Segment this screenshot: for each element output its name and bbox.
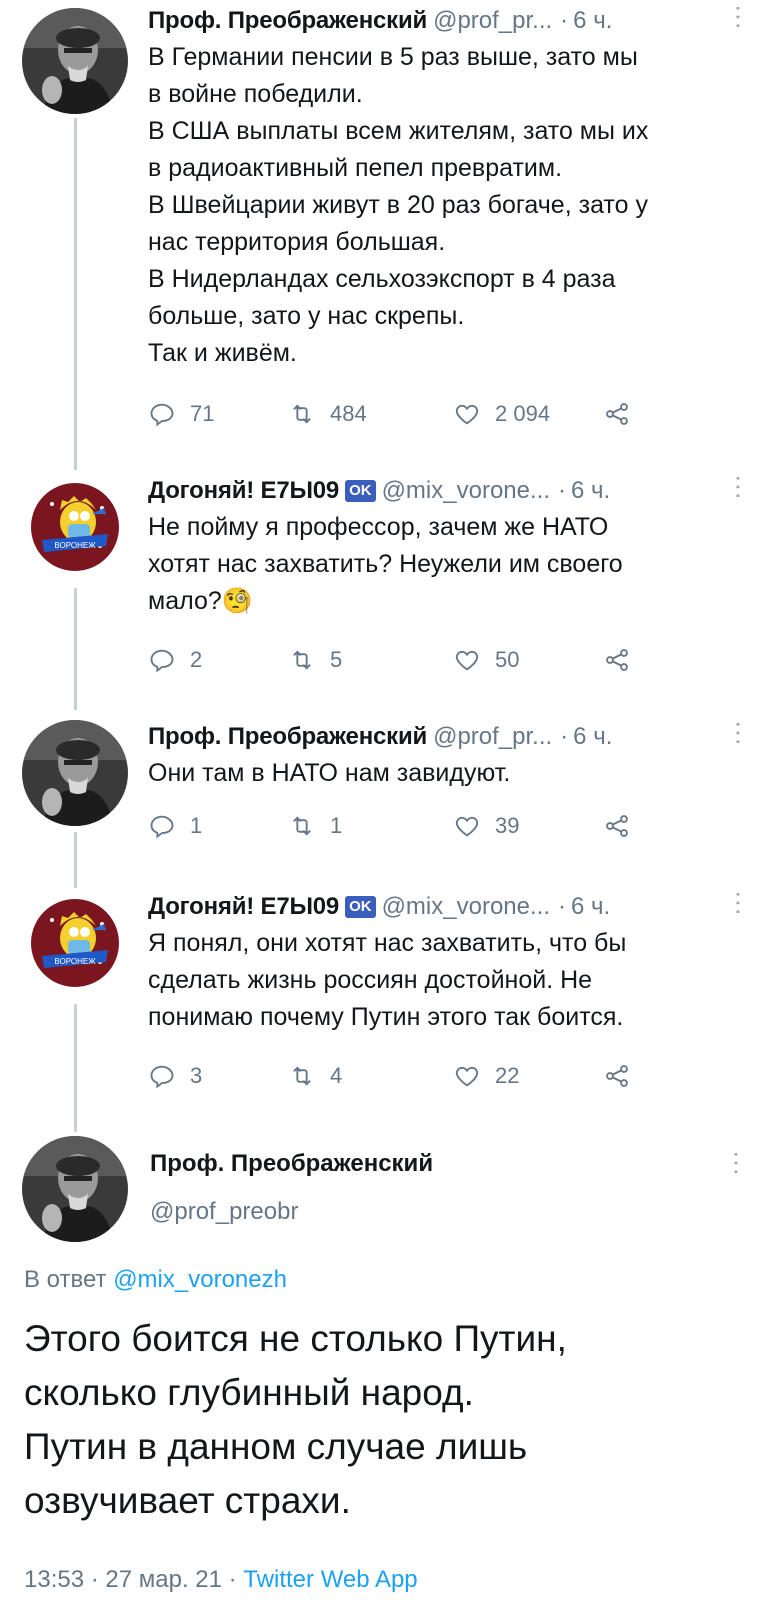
author-name[interactable]: Догоняй! E7Ы09 (148, 893, 339, 921)
retweet-button[interactable]: 1 (288, 812, 342, 840)
retweet-count: 4 (330, 1063, 343, 1088)
thread-line (74, 832, 77, 888)
main-tweet-text: Этого боится не столько Путин, сколько г… (24, 1318, 567, 1521)
tweet-source-link[interactable]: Twitter Web App (243, 1566, 417, 1593)
reply-icon (150, 815, 174, 839)
author-handle[interactable]: @prof_pr... (433, 7, 552, 35)
heart-icon (455, 816, 479, 837)
tweet-time[interactable]: 6 ч. (571, 893, 610, 921)
tweet-meta: 13:53 · 27 мар. 21 · Twitter Web App (24, 1566, 418, 1594)
reply-button[interactable]: 71 (148, 400, 214, 428)
retweet-count: 1 (330, 813, 343, 838)
like-count: 22 (495, 1063, 520, 1088)
avatar-mix[interactable]: ВОРОНЕЖ (22, 890, 128, 996)
thread-line (74, 1004, 77, 1132)
ok-badge: OK (345, 480, 376, 502)
more-options-icon[interactable]: ··· (723, 1150, 753, 1176)
reply-count: 71 (190, 401, 215, 426)
share-icon (606, 649, 628, 671)
avatar-prof-main[interactable] (22, 1136, 128, 1242)
like-button[interactable]: 39 (453, 812, 519, 840)
reply-icon (150, 649, 174, 673)
like-button[interactable]: 22 (453, 1062, 519, 1090)
share-button[interactable] (603, 1062, 645, 1090)
tweet-date[interactable]: 27 мар. 21 (105, 1566, 222, 1593)
avatar-logo-text: ВОРОНЕЖ (54, 541, 96, 550)
tweet-text: Я понял, они хотят нас захватить, что бы… (148, 929, 627, 1031)
more-options-icon[interactable]: ··· (725, 720, 755, 746)
share-button[interactable] (603, 646, 645, 674)
separator-dot: · (560, 7, 569, 34)
author-handle[interactable]: @prof_pr... (433, 723, 552, 751)
like-count: 50 (495, 647, 520, 672)
share-icon (606, 815, 628, 837)
like-count: 39 (495, 813, 520, 838)
avatar-logo-text: ВОРОНЕЖ (54, 957, 96, 966)
retweet-icon (293, 650, 311, 670)
tweet-time[interactable]: 6 ч. (573, 723, 612, 751)
thread-line (74, 588, 77, 710)
like-button[interactable]: 2 094 (453, 400, 550, 428)
tweet-text: Не пойму я профессор, зачем же НАТО хотя… (148, 513, 623, 615)
avatar-prof[interactable] (22, 720, 128, 826)
retweet-icon (293, 816, 311, 836)
reply-icon (150, 1065, 174, 1089)
retweet-icon (293, 404, 311, 424)
more-options-icon[interactable]: ··· (725, 890, 755, 916)
author-name[interactable]: Проф. Преображенский (148, 7, 427, 35)
more-options-icon[interactable]: ··· (725, 474, 755, 500)
reply-button[interactable]: 3 (148, 1062, 202, 1090)
like-button[interactable]: 50 (453, 646, 519, 674)
thread-line (74, 118, 77, 470)
author-name[interactable]: Догоняй! E7Ы09 (148, 477, 339, 505)
separator-dot: · (90, 1566, 99, 1593)
more-options-icon[interactable]: ··· (725, 4, 755, 30)
main-author-name[interactable]: Проф. Преображенский (150, 1150, 433, 1178)
avatar-mix[interactable]: ВОРОНЕЖ (22, 474, 128, 580)
heart-icon (455, 404, 479, 425)
main-author-handle[interactable]: @prof_preobr (150, 1198, 298, 1226)
reply-icon (150, 403, 174, 427)
reply-button[interactable]: 2 (148, 646, 202, 674)
separator-dot: · (228, 1566, 237, 1593)
reply-count: 1 (190, 813, 203, 838)
tweet-text: Они там в НАТО нам завидуют. (148, 759, 511, 787)
reply-to-link[interactable]: @mix_voronezh (113, 1266, 287, 1293)
separator-dot: · (560, 723, 569, 750)
reply-count: 3 (190, 1063, 203, 1088)
share-icon (606, 1065, 628, 1087)
separator-dot: · (557, 477, 566, 504)
heart-icon (455, 1066, 479, 1087)
tweet-timestamp[interactable]: 13:53 (24, 1566, 84, 1593)
author-name[interactable]: Проф. Преображенский (148, 723, 427, 751)
share-icon (606, 403, 628, 425)
share-button[interactable] (603, 400, 645, 428)
ok-badge: OK (345, 896, 376, 918)
retweet-button[interactable]: 5 (288, 646, 342, 674)
retweet-icon (293, 1066, 311, 1086)
author-handle[interactable]: @mix_vorone... (382, 477, 550, 505)
tweet-time[interactable]: 6 ч. (573, 7, 612, 35)
reply-context: В ответ @mix_voronezh (24, 1266, 287, 1294)
reply-button[interactable]: 1 (148, 812, 202, 840)
retweet-count: 484 (330, 401, 367, 426)
tweet-time[interactable]: 6 ч. (571, 477, 610, 505)
reply-prefix: В ответ (24, 1266, 107, 1293)
retweet-button[interactable]: 484 (288, 400, 367, 428)
share-button[interactable] (603, 812, 645, 840)
retweet-count: 5 (330, 647, 343, 672)
heart-icon (455, 650, 479, 671)
author-handle[interactable]: @mix_vorone... (382, 893, 550, 921)
retweet-button[interactable]: 4 (288, 1062, 342, 1090)
tweet-text: В Германии пенсии в 5 раз выше, зато мы … (148, 43, 649, 367)
reply-count: 2 (190, 647, 203, 672)
avatar-prof[interactable] (22, 8, 128, 114)
like-count: 2 094 (495, 401, 551, 426)
separator-dot: · (557, 893, 566, 920)
